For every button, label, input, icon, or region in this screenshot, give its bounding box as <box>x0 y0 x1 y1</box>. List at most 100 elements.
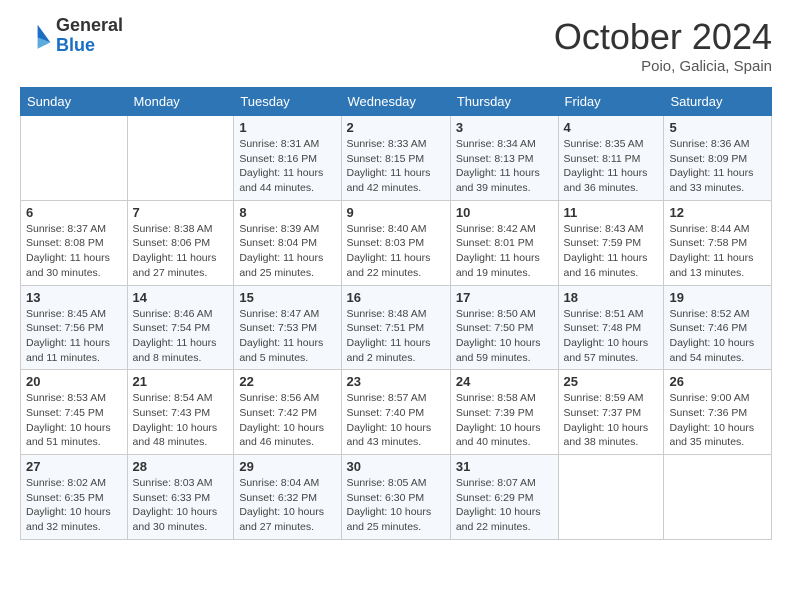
calendar-week-row: 20 Sunrise: 8:53 AM Sunset: 7:45 PM Dayli… <box>21 370 772 455</box>
day-number: 21 <box>133 374 229 389</box>
calendar-body: 1Sunrise: 8:31 AM Sunset: 8:16 PM Daylig… <box>21 116 772 540</box>
day-number: 20 <box>26 374 122 389</box>
day-detail: Sunrise: 8:59 AM Sunset: 7:37 PM Dayligh… <box>564 391 659 450</box>
day-number: 14 <box>133 290 229 305</box>
calendar-cell: 12 Sunrise: 8:44 AM Sunset: 7:58 PM Dayli… <box>664 200 772 285</box>
day-detail: Sunrise: 8:58 AM Sunset: 7:39 PM Dayligh… <box>456 391 553 450</box>
logo: General Blue <box>20 16 123 56</box>
calendar-week-row: 27 Sunrise: 8:02 AM Sunset: 6:35 PM Dayli… <box>21 455 772 540</box>
day-number: 5 <box>669 120 766 135</box>
calendar-cell: 25Sunrise: 8:59 AM Sunset: 7:37 PM Dayli… <box>558 370 664 455</box>
calendar-cell: 19Sunrise: 8:52 AM Sunset: 7:46 PM Dayli… <box>664 285 772 370</box>
day-number: 3 <box>456 120 553 135</box>
day-detail: Sunrise: 8:38 AM Sunset: 8:06 PM Dayligh… <box>133 222 229 281</box>
day-detail: Sunrise: 8:56 AM Sunset: 7:42 PM Dayligh… <box>239 391 335 450</box>
calendar-cell: 26 Sunrise: 9:00 AM Sunset: 7:36 PM Dayli… <box>664 370 772 455</box>
calendar-cell: 5 Sunrise: 8:36 AM Sunset: 8:09 PM Daylig… <box>664 116 772 201</box>
day-number: 13 <box>26 290 122 305</box>
day-detail: Sunrise: 8:02 AM Sunset: 6:35 PM Dayligh… <box>26 476 122 535</box>
day-detail: Sunrise: 8:36 AM Sunset: 8:09 PM Dayligh… <box>669 137 766 196</box>
calendar-cell: 29 Sunrise: 8:04 AM Sunset: 6:32 PM Dayli… <box>234 455 341 540</box>
weekday-header: Thursday <box>450 88 558 116</box>
day-detail: Sunrise: 9:00 AM Sunset: 7:36 PM Dayligh… <box>669 391 766 450</box>
logo-general: General <box>56 15 123 35</box>
calendar-cell <box>558 455 664 540</box>
day-number: 6 <box>26 205 122 220</box>
calendar-cell: 6 Sunrise: 8:37 AM Sunset: 8:08 PM Daylig… <box>21 200 128 285</box>
calendar-cell: 28 Sunrise: 8:03 AM Sunset: 6:33 PM Dayli… <box>127 455 234 540</box>
calendar-cell: 8Sunrise: 8:39 AM Sunset: 8:04 PM Daylig… <box>234 200 341 285</box>
day-number: 7 <box>133 205 229 220</box>
calendar-cell: 15Sunrise: 8:47 AM Sunset: 7:53 PM Dayli… <box>234 285 341 370</box>
day-number: 24 <box>456 374 553 389</box>
calendar-cell: 31 Sunrise: 8:07 AM Sunset: 6:29 PM Dayli… <box>450 455 558 540</box>
calendar-cell: 30 Sunrise: 8:05 AM Sunset: 6:30 PM Dayli… <box>341 455 450 540</box>
day-number: 11 <box>564 205 659 220</box>
day-number: 10 <box>456 205 553 220</box>
page: General Blue October 2024 Poio, Galicia,… <box>0 0 792 560</box>
calendar-cell: 7 Sunrise: 8:38 AM Sunset: 8:06 PM Daylig… <box>127 200 234 285</box>
day-detail: Sunrise: 8:04 AM Sunset: 6:32 PM Dayligh… <box>239 476 335 535</box>
calendar-cell: 14Sunrise: 8:46 AM Sunset: 7:54 PM Dayli… <box>127 285 234 370</box>
day-number: 18 <box>564 290 659 305</box>
day-detail: Sunrise: 8:40 AM Sunset: 8:03 PM Dayligh… <box>347 222 445 281</box>
calendar-week-row: 13Sunrise: 8:45 AM Sunset: 7:56 PM Dayli… <box>21 285 772 370</box>
calendar-cell: 9 Sunrise: 8:40 AM Sunset: 8:03 PM Daylig… <box>341 200 450 285</box>
day-detail: Sunrise: 8:53 AM Sunset: 7:45 PM Dayligh… <box>26 391 122 450</box>
calendar-cell: 10 Sunrise: 8:42 AM Sunset: 8:01 PM Dayli… <box>450 200 558 285</box>
day-number: 28 <box>133 459 229 474</box>
weekday-header: Monday <box>127 88 234 116</box>
day-detail: Sunrise: 8:50 AM Sunset: 7:50 PM Dayligh… <box>456 307 553 366</box>
day-detail: Sunrise: 8:31 AM Sunset: 8:16 PM Dayligh… <box>239 137 335 196</box>
calendar-week-row: 6 Sunrise: 8:37 AM Sunset: 8:08 PM Daylig… <box>21 200 772 285</box>
day-detail: Sunrise: 8:52 AM Sunset: 7:46 PM Dayligh… <box>669 307 766 366</box>
day-detail: Sunrise: 8:05 AM Sunset: 6:30 PM Dayligh… <box>347 476 445 535</box>
location: Poio, Galicia, Spain <box>554 58 772 75</box>
logo-text: General Blue <box>56 16 123 56</box>
calendar-cell: 16 Sunrise: 8:48 AM Sunset: 7:51 PM Dayli… <box>341 285 450 370</box>
day-detail: Sunrise: 8:37 AM Sunset: 8:08 PM Dayligh… <box>26 222 122 281</box>
calendar-cell <box>21 116 128 201</box>
calendar-header: SundayMondayTuesdayWednesdayThursdayFrid… <box>21 88 772 116</box>
day-number: 12 <box>669 205 766 220</box>
day-detail: Sunrise: 8:07 AM Sunset: 6:29 PM Dayligh… <box>456 476 553 535</box>
day-number: 15 <box>239 290 335 305</box>
month-title: October 2024 <box>554 16 772 58</box>
calendar-week-row: 1Sunrise: 8:31 AM Sunset: 8:16 PM Daylig… <box>21 116 772 201</box>
calendar-cell: 21 Sunrise: 8:54 AM Sunset: 7:43 PM Dayli… <box>127 370 234 455</box>
day-number: 26 <box>669 374 766 389</box>
calendar-cell: 3Sunrise: 8:34 AM Sunset: 8:13 PM Daylig… <box>450 116 558 201</box>
calendar-cell: 23Sunrise: 8:57 AM Sunset: 7:40 PM Dayli… <box>341 370 450 455</box>
day-number: 8 <box>239 205 335 220</box>
calendar-cell <box>127 116 234 201</box>
day-number: 27 <box>26 459 122 474</box>
day-number: 4 <box>564 120 659 135</box>
calendar-cell: 18 Sunrise: 8:51 AM Sunset: 7:48 PM Dayli… <box>558 285 664 370</box>
day-detail: Sunrise: 8:51 AM Sunset: 7:48 PM Dayligh… <box>564 307 659 366</box>
day-number: 30 <box>347 459 445 474</box>
day-detail: Sunrise: 8:44 AM Sunset: 7:58 PM Dayligh… <box>669 222 766 281</box>
calendar-table: SundayMondayTuesdayWednesdayThursdayFrid… <box>20 87 772 540</box>
calendar-cell: 20 Sunrise: 8:53 AM Sunset: 7:45 PM Dayli… <box>21 370 128 455</box>
day-detail: Sunrise: 8:33 AM Sunset: 8:15 PM Dayligh… <box>347 137 445 196</box>
day-detail: Sunrise: 8:43 AM Sunset: 7:59 PM Dayligh… <box>564 222 659 281</box>
day-number: 16 <box>347 290 445 305</box>
calendar-cell: 11 Sunrise: 8:43 AM Sunset: 7:59 PM Dayli… <box>558 200 664 285</box>
day-detail: Sunrise: 8:54 AM Sunset: 7:43 PM Dayligh… <box>133 391 229 450</box>
title-block: October 2024 Poio, Galicia, Spain <box>554 16 772 75</box>
day-number: 17 <box>456 290 553 305</box>
day-detail: Sunrise: 8:42 AM Sunset: 8:01 PM Dayligh… <box>456 222 553 281</box>
day-detail: Sunrise: 8:48 AM Sunset: 7:51 PM Dayligh… <box>347 307 445 366</box>
calendar-cell: 1Sunrise: 8:31 AM Sunset: 8:16 PM Daylig… <box>234 116 341 201</box>
day-number: 22 <box>239 374 335 389</box>
day-number: 9 <box>347 205 445 220</box>
weekday-header: Tuesday <box>234 88 341 116</box>
day-number: 29 <box>239 459 335 474</box>
calendar-cell: 2Sunrise: 8:33 AM Sunset: 8:15 PM Daylig… <box>341 116 450 201</box>
day-detail: Sunrise: 8:03 AM Sunset: 6:33 PM Dayligh… <box>133 476 229 535</box>
logo-blue: Blue <box>56 35 95 55</box>
day-number: 31 <box>456 459 553 474</box>
calendar-cell <box>664 455 772 540</box>
calendar-cell: 13Sunrise: 8:45 AM Sunset: 7:56 PM Dayli… <box>21 285 128 370</box>
calendar-cell: 4Sunrise: 8:35 AM Sunset: 8:11 PM Daylig… <box>558 116 664 201</box>
